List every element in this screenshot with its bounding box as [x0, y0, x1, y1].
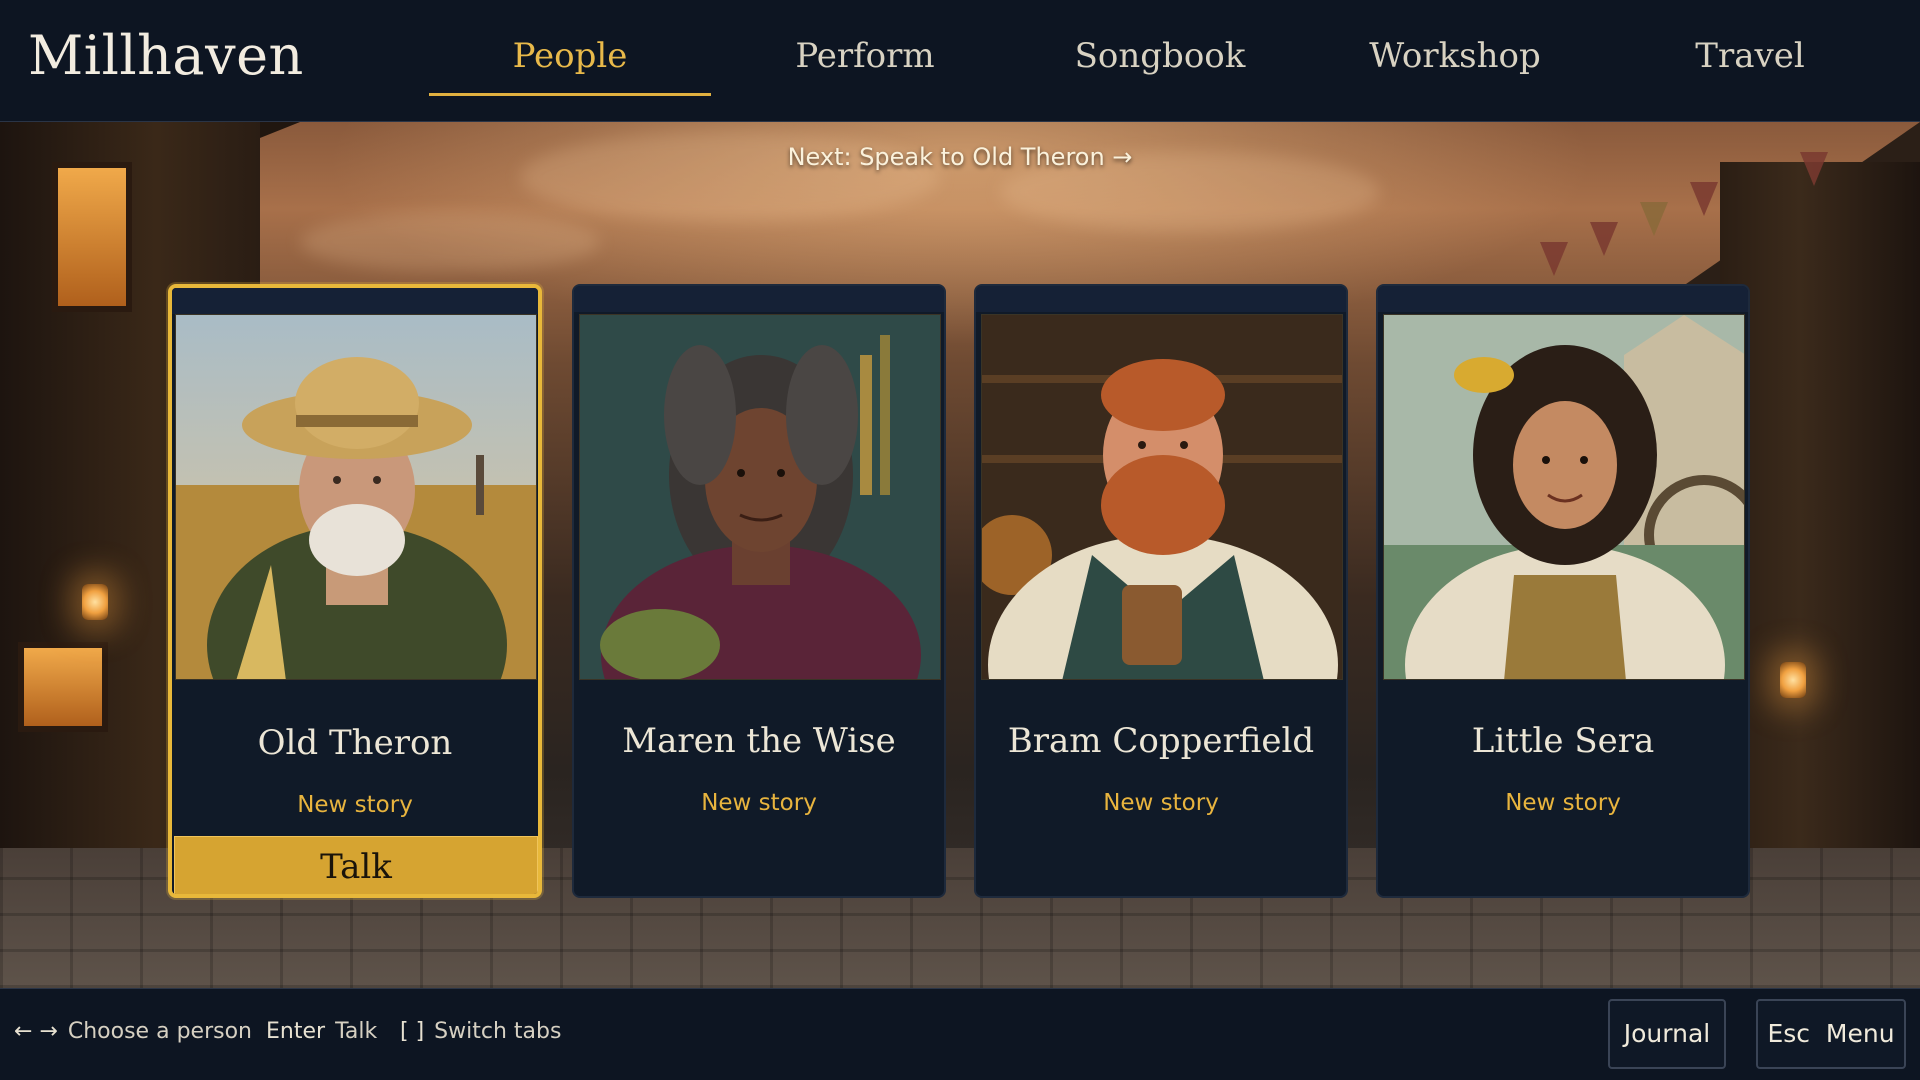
bunting-flag	[1590, 222, 1618, 256]
talk-button[interactable]: Talk	[174, 836, 538, 894]
tab-workshop[interactable]: Workshop	[1345, 36, 1565, 96]
card-header-strip	[574, 286, 944, 312]
controls-footer: ← → Choose a person Enter Talk [ ] Switch t…	[0, 988, 1920, 1080]
bracket-keys: [ ]	[400, 1019, 425, 1044]
person-card-maren-the-wise[interactable]: Maren the Wise New story	[572, 284, 946, 898]
person-name: Old Theron	[257, 723, 453, 763]
game-title: Millhaven	[28, 24, 304, 87]
lantern-icon	[82, 584, 108, 620]
hint-label: Talk	[335, 1019, 378, 1044]
portrait-bram-copperfield	[981, 314, 1343, 680]
arrow-keys-icon: ← →	[14, 1019, 58, 1044]
top-navigation: Millhaven People Perform Songbook Worksh…	[0, 0, 1920, 122]
bunting-flag	[1540, 242, 1568, 276]
status-badge: New story	[297, 792, 413, 818]
portrait-maren-the-wise	[579, 314, 941, 680]
portrait-little-sera	[1383, 314, 1745, 680]
esc-key: Esc	[1767, 1019, 1811, 1048]
person-name: Maren the Wise	[622, 721, 896, 761]
menu-label: Menu	[1825, 1019, 1895, 1048]
cloud	[300, 212, 600, 272]
hint-talk: Enter Talk	[266, 1019, 377, 1044]
hint-label: Choose a person	[67, 1019, 252, 1044]
hint-switch-tabs: [ ] Switch tabs	[400, 1019, 561, 1044]
person-card-bram-copperfield[interactable]: Bram Copperfield New story	[974, 284, 1348, 898]
status-badge: New story	[1103, 790, 1219, 816]
person-name: Little Sera	[1471, 721, 1655, 761]
active-tab-indicator	[429, 93, 711, 96]
tab-travel[interactable]: Travel	[1660, 36, 1840, 96]
status-badge: New story	[701, 790, 817, 816]
tab-people[interactable]: People	[429, 36, 711, 96]
bunting-flag	[1640, 202, 1668, 236]
enter-key: Enter	[266, 1019, 326, 1044]
card-header-strip	[172, 288, 538, 314]
bunting-flag	[1690, 182, 1718, 216]
tab-perform[interactable]: Perform	[760, 36, 970, 96]
hint-label: Switch tabs	[434, 1019, 562, 1044]
objective-hint: Next: Speak to Old Theron →	[787, 143, 1133, 171]
journal-button[interactable]: Journal	[1608, 999, 1726, 1069]
tab-songbook[interactable]: Songbook	[1050, 36, 1270, 96]
person-card-old-theron[interactable]: Old Theron New story Talk	[168, 284, 542, 898]
lantern-icon	[1780, 662, 1806, 698]
card-header-strip	[976, 286, 1346, 312]
hint-choose-person: ← → Choose a person	[14, 1019, 252, 1044]
portrait-old-theron	[175, 314, 537, 680]
menu-button[interactable]: Esc Menu	[1756, 999, 1906, 1069]
card-header-strip	[1378, 286, 1748, 312]
person-card-little-sera[interactable]: Little Sera New story	[1376, 284, 1750, 898]
person-name: Bram Copperfield	[1007, 721, 1315, 761]
status-badge: New story	[1505, 790, 1621, 816]
bunting-flag	[1800, 152, 1828, 186]
